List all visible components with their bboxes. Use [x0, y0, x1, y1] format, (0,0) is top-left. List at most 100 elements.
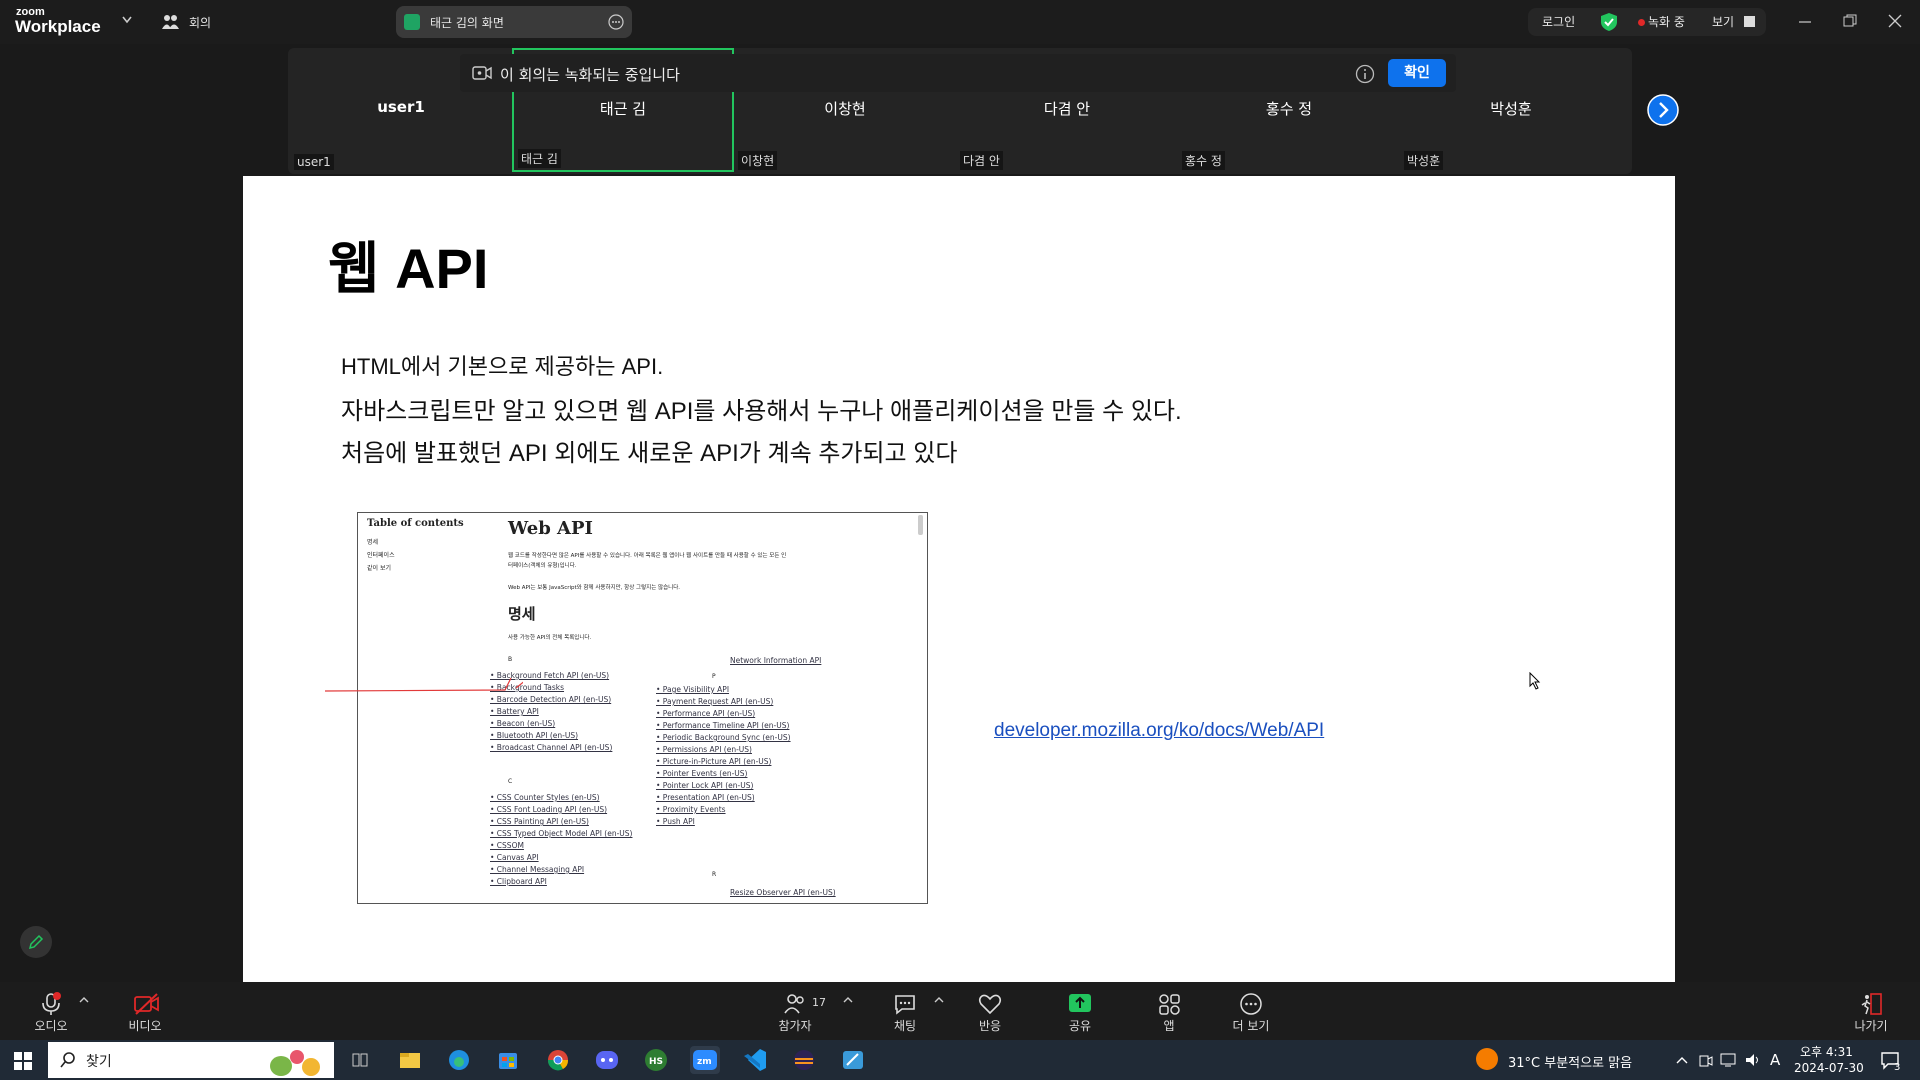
participants-icon — [784, 994, 804, 1014]
login-button[interactable]: 로그인 — [1542, 13, 1575, 30]
video-off-icon — [134, 993, 159, 1015]
vscode-icon[interactable] — [740, 1046, 770, 1074]
mdn-link: • Beacon (en-US) — [490, 719, 556, 728]
search-highlight-illustration — [266, 1046, 324, 1076]
chat-button[interactable]: 채팅 — [870, 986, 940, 1038]
workplace-logo: Workplace — [15, 17, 101, 36]
mouse-cursor-icon — [1529, 672, 1541, 690]
search-placeholder: 찾기 — [86, 1054, 112, 1070]
windows-start-icon[interactable] — [14, 1052, 32, 1070]
recording-status[interactable]: 녹화 중 — [1648, 13, 1685, 30]
more-options-icon[interactable] — [608, 14, 624, 30]
mdn-link: • Broadcast Channel API (en-US) — [490, 743, 613, 752]
audio-button[interactable]: 오디오 — [16, 986, 86, 1038]
discord-icon[interactable] — [592, 1046, 622, 1074]
weather-text[interactable]: 31°C 부분적으로 맑음 — [1508, 1052, 1632, 1071]
weather-icon[interactable] — [1476, 1048, 1498, 1070]
screen-share-title-pill[interactable]: 태근 김의 화면 — [396, 6, 632, 38]
screen-title: 태근 김의 화면 — [430, 16, 504, 30]
mdn-url-link[interactable]: developer.mozilla.org/ko/docs/Web/API — [994, 720, 1324, 742]
hs-app-icon[interactable]: HS — [641, 1046, 671, 1074]
mdn-link: • Permissions API (en-US) — [656, 745, 752, 754]
mdn-link: • Battery API — [490, 707, 539, 716]
clock-date[interactable]: 2024-07-30 — [1794, 1061, 1864, 1075]
chat-label: 채팅 — [893, 1019, 917, 1033]
status-group: 로그인 녹화 중 보기 — [1528, 8, 1766, 36]
video-label: 비디오 — [128, 1019, 162, 1033]
svg-text:HS: HS — [649, 1057, 663, 1067]
taskbar-search-box[interactable]: 찾기 — [48, 1042, 334, 1078]
chevron-down-icon[interactable] — [122, 16, 132, 24]
meet-now-icon[interactable] — [1698, 1052, 1714, 1068]
mdn-link: • Canvas API — [490, 853, 539, 862]
video-button[interactable]: 비디오 — [110, 986, 180, 1038]
notification-count: 3 — [1894, 1062, 1901, 1073]
edge-browser-icon[interactable] — [444, 1046, 474, 1074]
slide-title: 웹 API — [328, 237, 489, 300]
windows-taskbar: 찾기 HS zm 31°C 부분적으로 맑음 A 오후 4:31 2024-07… — [0, 1040, 1920, 1080]
annotate-button[interactable] — [20, 926, 52, 958]
confirm-button[interactable]: 확인 — [1388, 59, 1446, 87]
participants-label: 참가자 — [778, 1019, 812, 1033]
letter-heading: P — [712, 673, 716, 680]
mdn-link: • CSSOM — [490, 841, 524, 850]
mdn-link: • Presentation API (en-US) — [656, 793, 755, 802]
mdn-link: • CSS Painting API (en-US) — [490, 817, 589, 826]
share-button[interactable]: 공유 — [1045, 986, 1115, 1038]
participant-label: 다겸 안 — [960, 151, 1003, 170]
minimize-icon[interactable] — [1798, 16, 1812, 28]
participant-name: 홍수 정 — [1265, 100, 1313, 118]
shared-screen-slide: 웹 API HTML에서 기본으로 제공하는 API. 자바스크립트만 알고 있… — [243, 176, 1675, 982]
chrome-icon[interactable] — [543, 1046, 573, 1074]
clock-time[interactable]: 오후 4:31 — [1800, 1043, 1853, 1060]
volume-icon[interactable] — [1744, 1052, 1762, 1068]
share-label: 공유 — [1068, 1019, 1092, 1033]
task-view-icon[interactable] — [345, 1046, 375, 1074]
shield-check-icon[interactable] — [1600, 12, 1618, 32]
toc-title: Table of contents — [367, 518, 464, 529]
file-explorer-icon[interactable] — [395, 1046, 425, 1074]
participant-label: 이창현 — [738, 151, 778, 170]
mdn-link: • Bluetooth API (en-US) — [490, 731, 579, 740]
network-icon[interactable] — [1720, 1052, 1738, 1068]
recording-dot-icon — [1638, 19, 1645, 26]
participant-label: 홍수 정 — [1182, 151, 1225, 170]
leave-door-icon — [1861, 993, 1882, 1015]
tray-chevron-up-icon[interactable] — [1676, 1056, 1688, 1064]
mdn-link: • CSS Font Loading API (en-US) — [490, 805, 608, 814]
slide-bullet: 처음에 발표했던 API 외에도 새로운 API가 계속 추가되고 있다 — [341, 440, 958, 467]
more-label: 더 보기 — [1232, 1019, 1270, 1033]
mdn-link: • Pointer Events (en-US) — [656, 769, 748, 778]
audio-label: 오디오 — [34, 1019, 68, 1033]
mdn-link: • Periodic Background Sync (en-US) — [656, 733, 791, 742]
info-icon[interactable] — [1355, 64, 1375, 84]
chevron-up-icon[interactable] — [79, 996, 89, 1004]
participants-button[interactable]: 17 참가자 — [760, 986, 830, 1038]
chevron-up-icon[interactable] — [843, 996, 853, 1004]
ime-indicator[interactable]: A — [1770, 1051, 1780, 1069]
view-grid-icon — [1744, 16, 1755, 27]
zoom-taskbar-icon[interactable]: zm — [690, 1046, 720, 1074]
letter-heading: C — [508, 778, 513, 785]
mdn-link: Resize Observer API (en-US) — [730, 888, 836, 897]
ms-store-icon[interactable] — [493, 1046, 523, 1074]
leave-button[interactable]: 나가기 — [1836, 986, 1906, 1038]
sheet-app-icon — [404, 14, 420, 30]
chevron-up-icon[interactable] — [934, 996, 944, 1004]
mdn-link: • Performance Timeline API (en-US) — [656, 721, 790, 730]
mdn-link: • Channel Messaging API — [490, 865, 585, 874]
next-page-arrow-icon[interactable] — [1647, 94, 1679, 126]
reactions-button[interactable]: 반응 — [955, 986, 1025, 1038]
participant-label: 태근 김 — [518, 149, 561, 168]
more-button[interactable]: 더 보기 — [1216, 986, 1286, 1038]
apps-button[interactable]: 앱 — [1134, 986, 1204, 1038]
toc-item: 같이 보기 — [367, 565, 391, 572]
close-icon[interactable] — [1888, 14, 1902, 28]
drawing-app-icon[interactable] — [838, 1046, 868, 1074]
restore-icon[interactable] — [1843, 14, 1857, 28]
apps-icon — [1159, 994, 1180, 1015]
chat-icon — [895, 995, 915, 1015]
eclipse-icon[interactable] — [789, 1046, 819, 1074]
view-button[interactable]: 보기 — [1712, 13, 1734, 30]
scrollbar-thumb — [918, 515, 923, 535]
